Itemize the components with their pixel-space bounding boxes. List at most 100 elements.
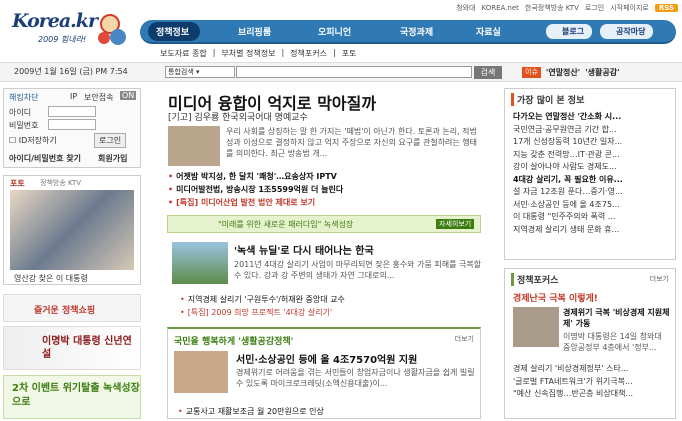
gongjak-label: 공작마당: [616, 27, 646, 36]
top-link-cheongwadae[interactable]: 청와대: [456, 3, 475, 13]
id-field[interactable]: [48, 106, 96, 117]
subnav-focus[interactable]: 정책포커스: [290, 48, 327, 59]
popular-item[interactable]: 17개 신성장동력 10년간 일자...: [513, 136, 623, 149]
popular-item[interactable]: 서민·소상공인 등에 올 4조75...: [513, 199, 623, 212]
top-link-login[interactable]: 로그인: [585, 3, 604, 13]
focus-item[interactable]: 경제 살리기 '비상경제정부' 스타...: [513, 363, 633, 376]
top-link-ktv[interactable]: 한국정책방송 KTV: [525, 3, 579, 13]
photo-box: 포토 정책방송 KTV 영산강 찾은 이 대통령: [3, 175, 141, 285]
subnav-photo[interactable]: 포토: [342, 48, 357, 59]
green-image[interactable]: [172, 242, 228, 284]
ip-label: IP: [70, 92, 78, 101]
people-lede: 경제위기로 어려움을 겪는 서민들이 창업자금이나 생활자금을 쉽게 빌릴 수 …: [236, 368, 475, 388]
green-title[interactable]: '녹색 뉴딜'로 다시 태어나는 한국: [234, 242, 374, 257]
pw-label: 비밀번호: [9, 121, 39, 130]
popular-item[interactable]: 다가오는 연말정산 '간소화 시...: [513, 111, 623, 124]
subnav-press[interactable]: 보도자료 종합: [160, 48, 207, 59]
hacking-block-label: 해킹차단: [9, 93, 39, 102]
current-date: 2009년 1월 16일 (금) PM 7:54: [14, 67, 128, 76]
promo-green-event[interactable]: 2차 이벤트 위기탈출 녹색성장으로: [3, 375, 141, 419]
photo-image[interactable]: [10, 190, 134, 270]
focus-headline[interactable]: 경제난국 극복 이렇게!: [513, 291, 598, 304]
rss-button[interactable]: RSS: [654, 4, 678, 12]
top-link-koreanet[interactable]: KOREA.net: [481, 4, 518, 12]
photo-title: 포토: [10, 179, 25, 188]
headline-link-3[interactable]: [특집] 미디어산업 발전 법안 제대로 보기: [168, 197, 315, 208]
search-scope-value: 통합검색: [168, 68, 194, 76]
popular-item[interactable]: 지능 갖춘 전력망…IT·관광 콘...: [513, 149, 623, 162]
people-link[interactable]: 교통사고 재활보조금 월 20만원으로 인상: [178, 406, 324, 417]
gnb-item-policy[interactable]: 정책정보: [156, 25, 189, 38]
hot-keyword-tag: 이슈: [522, 67, 541, 78]
green-link-2[interactable]: [특집] 2009 희망 프로젝트 '4대강 살리기': [180, 307, 332, 318]
blog-button[interactable]: 블로그: [546, 24, 593, 39]
photo-caption[interactable]: 영산강 찾은 이 대통령: [14, 273, 88, 284]
popular-item[interactable]: 설 자금 12조원 푼다…중기·영...: [513, 186, 623, 199]
focus-more[interactable]: 더보기: [650, 274, 669, 284]
headline-author-photo[interactable]: [168, 126, 220, 166]
main-navigation: 정책정보 브리핑룸 오피니언 국정과제 자료실 블로그 공작마당: [140, 20, 676, 44]
green-lede: 2011년 4대강 살리기 사업이 마무리되면 잦은 홍수와 가뭄 피해를 극복…: [234, 260, 482, 280]
people-image[interactable]: [174, 351, 228, 393]
mascot-icon: [98, 14, 126, 45]
top-links: 청와대 KOREA.net 한국정책방송 KTV 로그인 시작페이지로 RSS: [456, 2, 678, 14]
photo-source: 정책방송 KTV: [40, 179, 82, 187]
popular-item[interactable]: 강이 살아나야 사람도 경제도...: [513, 161, 623, 174]
popular-list: 다가오는 연말정산 '간소화 시... 국민연금·공무원연금 기간 합... 1…: [513, 111, 623, 236]
join-link[interactable]: 회원가입: [98, 153, 127, 164]
popular-item[interactable]: 지역경제 살리기 생태 문화 휴...: [513, 224, 623, 237]
focus-item[interactable]: '글로벌 FTA네트워크'가 위기극복...: [513, 376, 633, 389]
gnb-item-archive[interactable]: 자료실: [476, 25, 501, 38]
gnb-item-national-tasks[interactable]: 국정과제: [400, 25, 433, 38]
headline-link-2[interactable]: 미디어발전법, 방송시장 1조5599억원 더 늘린다: [168, 184, 343, 195]
headline-byline: [기고] 김우룡 한국외국어대 명예교수: [168, 113, 308, 123]
blog-label: 블로그: [562, 27, 585, 36]
password-field[interactable]: [48, 119, 96, 130]
people-title[interactable]: 서민·소상공인 등에 올 4조7570억원 지원: [236, 351, 417, 366]
popular-item[interactable]: 국민연금·공무원연금 기간 합...: [513, 124, 623, 137]
sub-navigation: 보도자료 종합 | 부처별 정책정보 | 정책포커스 | 포토: [160, 48, 357, 59]
popular-title: 가장 많이 본 정보: [511, 93, 584, 106]
subnav-ministry[interactable]: 부처별 정책정보: [221, 48, 275, 59]
login-button[interactable]: 로그인: [94, 133, 127, 148]
popular-item[interactable]: 4대강 살리기, 꼭 필요한 이유...: [513, 174, 623, 187]
gnb-item-briefing[interactable]: 브리핑룸: [238, 25, 271, 38]
save-id-label: ID저장하기: [18, 136, 57, 145]
popular-item[interactable]: 이 대통령 "민주주의와 폭력 ...: [513, 211, 623, 224]
ip-on-toggle[interactable]: ON: [120, 91, 137, 100]
login-box: 해킹차단 IP 보안접속 ON 아이디 비밀번호 ☐ ID저장하기 로그인 아이…: [3, 88, 141, 168]
focus-lede: 이명박 대통령은 14일 청와대 중앙공정부 4층에서 '정부...: [563, 332, 662, 352]
save-id-checkbox[interactable]: ☐ ID저장하기: [9, 135, 57, 146]
people-heading: 국민을 행복하게 '생활공감정책': [174, 337, 294, 347]
focus-sub[interactable]: 경제위기 극복 '비상경제 지원체제' 가동: [563, 307, 671, 329]
people-more[interactable]: 더보기: [455, 334, 474, 344]
search-scope-select[interactable]: 통합검색 ▾: [165, 66, 235, 78]
focus-title: 정책포커스: [511, 273, 558, 286]
find-account-link[interactable]: 아이디/비밀번호 찾기: [9, 153, 81, 164]
promo-new-year-speech[interactable]: 이명박 대통령 신년연설: [3, 326, 141, 370]
headline-link-1[interactable]: 어젯밤 박지성, 한 달치 '쾌청'…요송상자 IPTV: [168, 171, 337, 182]
promo-shopping[interactable]: 즐거운 정책쇼핑: [3, 294, 141, 322]
gongjak-button[interactable]: 공작마당: [600, 24, 654, 39]
green-link-1[interactable]: 지역경제 살리기 '구원투수'/허재완 중앙대 교수: [180, 294, 345, 305]
search-input[interactable]: [236, 66, 472, 78]
top-link-startpage[interactable]: 시작페이지로: [610, 3, 649, 13]
secure-connection-label: 보안접속: [84, 93, 114, 102]
people-box: 국민을 행복하게 '생활공감정책' 더보기 서민·소상공인 등에 올 4조757…: [167, 327, 481, 419]
gnb-item-opinion[interactable]: 오피니언: [318, 25, 351, 38]
search-button[interactable]: 검색: [474, 66, 502, 79]
hot-keyword-2[interactable]: '생활공감': [585, 67, 619, 78]
popular-box: 가장 많이 본 정보 다가오는 연말정산 '간소화 시... 국민연금·공무원연…: [504, 88, 676, 260]
hot-keyword-1[interactable]: '연말정산': [546, 67, 580, 78]
green-banner-more[interactable]: 자세히보기: [436, 219, 475, 229]
site-logo[interactable]: Korea.kr 2009 힘내라!: [12, 10, 132, 50]
focus-image[interactable]: [513, 307, 559, 347]
hot-keywords: 이슈 '연말정산' '생활공감': [522, 67, 620, 78]
focus-item[interactable]: "예산 신속집행…반곤층 비상대책...: [513, 388, 633, 401]
policy-focus-box: 정책포커스 더보기 경제난국 극복 이렇게! 경제위기 극복 '비상경제 지원체…: [504, 268, 676, 419]
id-label: 아이디: [9, 108, 32, 117]
green-growth-banner[interactable]: "미래를 위한 새로운 패러다임" 녹색성장 자세히보기: [167, 215, 481, 233]
focus-list: 경제 살리기 '비상경제정부' 스타... '글로벌 FTA네트워크'가 위기극…: [513, 363, 633, 401]
green-banner-text: "미래를 위한 새로운 패러다임" 녹색성장: [218, 220, 354, 229]
headline-lede: 우리 사회를 상징하는 말 한 가지는 '떼법'이 아닌가 한다. 토론과 논리…: [226, 127, 478, 158]
